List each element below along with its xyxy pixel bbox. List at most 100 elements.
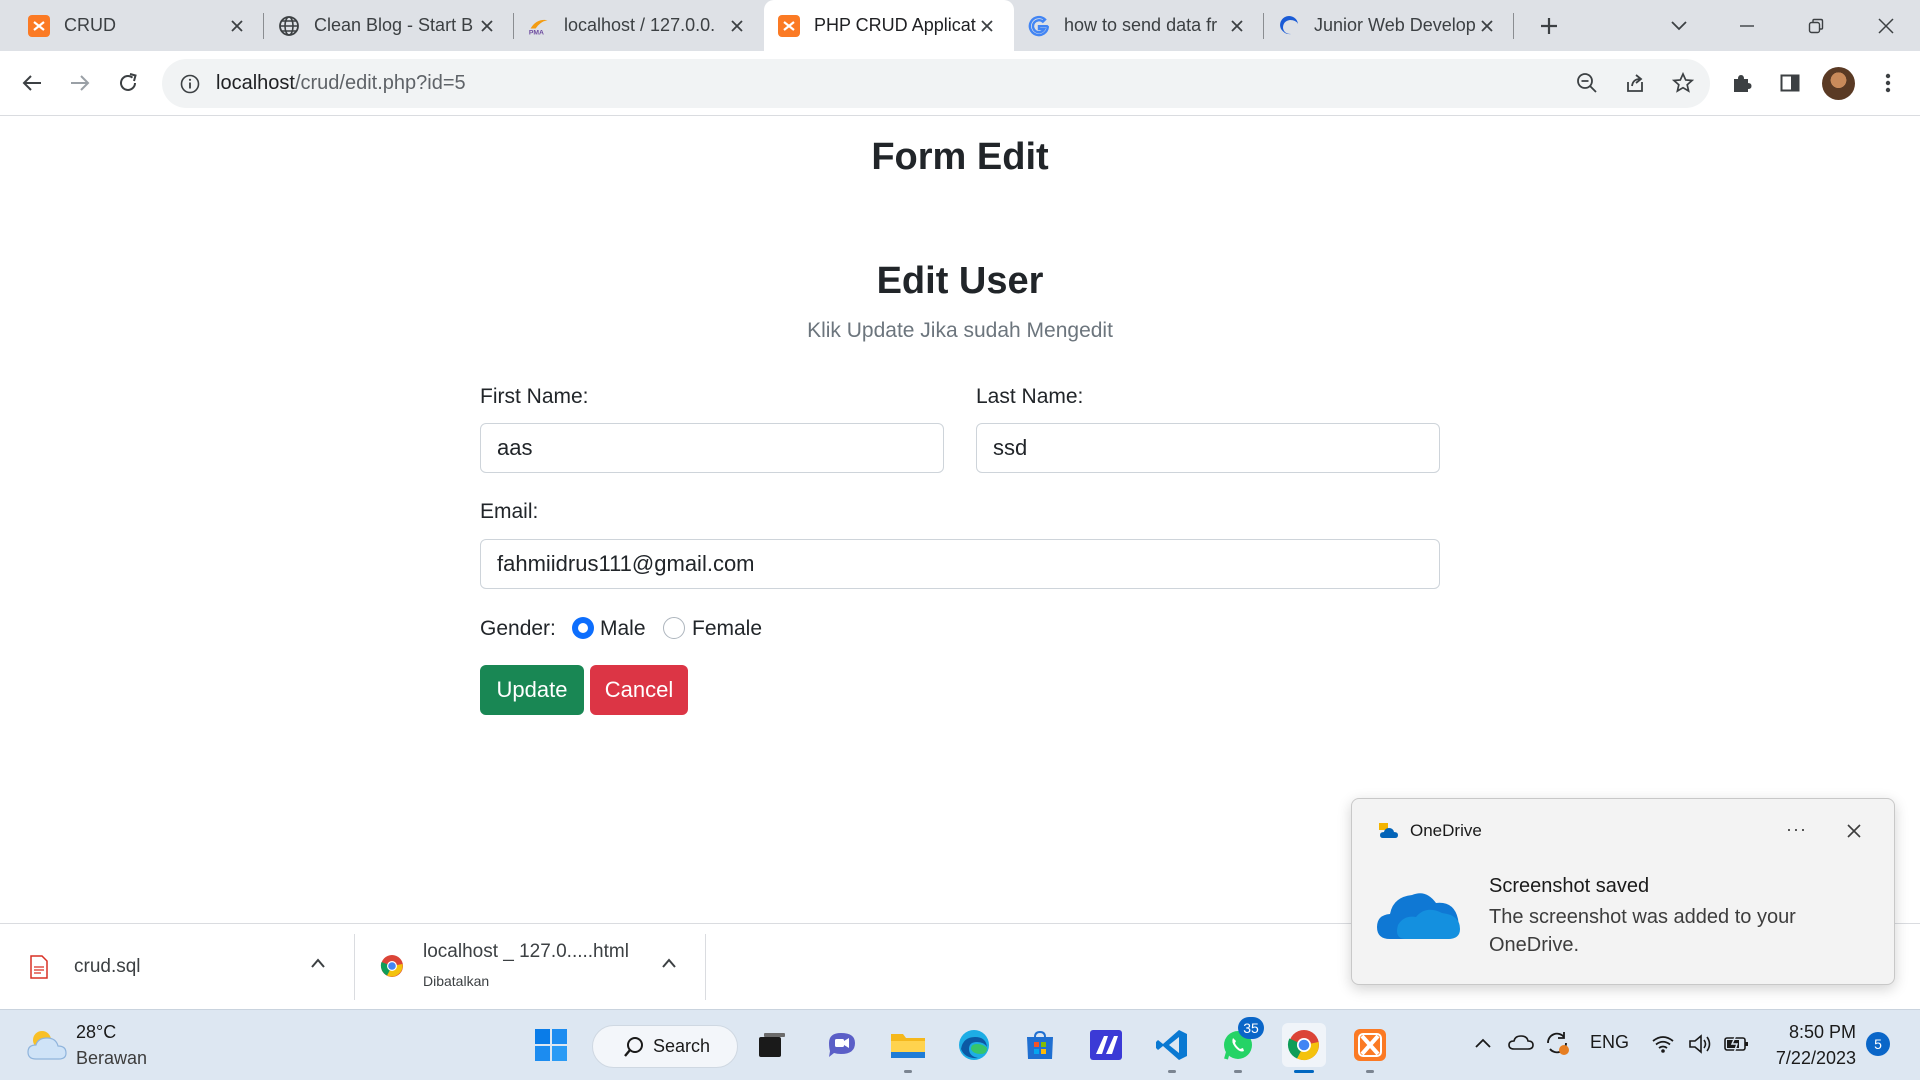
volume-icon[interactable]: [1688, 1033, 1714, 1060]
teams-chat-icon[interactable]: [820, 1023, 864, 1067]
email-label: Email:: [480, 500, 539, 523]
chrome-taskbar-icon[interactable]: [1282, 1023, 1326, 1073]
battery-charging-icon[interactable]: [1724, 1034, 1750, 1059]
start-windows-icon[interactable]: [529, 1023, 573, 1067]
download-filename: crud.sql: [74, 956, 141, 977]
clock-date[interactable]: 7/22/2023: [1766, 1048, 1856, 1069]
page-title: Form Edit: [871, 136, 1049, 178]
tab-junior-web-developer[interactable]: Junior Web Develop: [1264, 0, 1514, 51]
onedrive-small-icon: [1378, 821, 1400, 846]
sql-file-icon: [30, 955, 48, 984]
close-window-icon[interactable]: [1872, 12, 1900, 40]
gender-female-label[interactable]: Female: [692, 617, 762, 641]
whatsapp-unread-badge: 35: [1238, 1017, 1264, 1039]
whatsapp-icon[interactable]: 35: [1216, 1017, 1264, 1073]
gender-male-label[interactable]: Male: [600, 617, 646, 641]
chrome-icon: [380, 954, 404, 983]
forward-arrow-icon[interactable]: [64, 67, 96, 99]
file-explorer-icon[interactable]: [886, 1023, 930, 1073]
gender-male-radio[interactable]: [572, 617, 594, 639]
chevron-up-icon[interactable]: [310, 956, 326, 974]
language-indicator[interactable]: ENG: [1590, 1032, 1629, 1053]
url-text: localhost/crud/edit.php?id=5: [216, 72, 466, 95]
tab-title: Clean Blog - Start B: [314, 15, 474, 35]
globe-icon: [278, 15, 300, 37]
close-tab-icon[interactable]: [1226, 15, 1248, 37]
vmware-like-app-icon[interactable]: [1084, 1023, 1128, 1067]
tab-phpmyadmin[interactable]: PMA localhost / 127.0.0.: [514, 0, 764, 51]
tab-search-chevron-icon[interactable]: [1665, 12, 1693, 40]
extensions-puzzle-icon[interactable]: [1726, 67, 1758, 99]
email-input[interactable]: [480, 539, 1440, 589]
close-tab-icon[interactable]: [1476, 15, 1498, 37]
xampp-icon: [778, 14, 800, 37]
last-name-label: Last Name:: [976, 385, 1084, 408]
weather-description: Berawan: [76, 1048, 148, 1068]
gender-label: Gender:: [480, 617, 556, 640]
url-path: /crud/edit.php?id=5: [294, 72, 466, 94]
menu-kebab-icon[interactable]: [1872, 67, 1904, 99]
tab-title: Junior Web Develop: [1314, 15, 1476, 35]
download-item-localhost-html[interactable]: localhost _ 127.0.....html Dibatalkan: [355, 924, 705, 1010]
taskbar-search-button[interactable]: Search: [592, 1025, 738, 1068]
tab-crud[interactable]: CRUD: [14, 0, 264, 51]
xampp-taskbar-icon[interactable]: [1348, 1023, 1392, 1073]
microsoft-store-icon[interactable]: [1018, 1023, 1062, 1067]
svg-text:PMA: PMA: [529, 29, 544, 36]
vscode-icon[interactable]: [1150, 1023, 1194, 1073]
first-name-input[interactable]: [480, 423, 944, 473]
clock-time[interactable]: 8:50 PM: [1766, 1022, 1856, 1043]
sync-tray-icon[interactable]: [1544, 1030, 1570, 1061]
reload-icon[interactable]: [112, 67, 144, 99]
back-arrow-icon[interactable]: [16, 67, 48, 99]
wifi-icon[interactable]: [1651, 1034, 1675, 1059]
more-options-icon[interactable]: ···: [1786, 819, 1807, 840]
first-name-label: First Name:: [480, 385, 589, 408]
onedrive-tray-icon[interactable]: [1508, 1032, 1534, 1057]
close-notification-icon[interactable]: [1846, 823, 1862, 844]
task-view-icon[interactable]: [750, 1023, 794, 1067]
card-title: Edit User: [876, 260, 1044, 302]
weather-cloudy-icon[interactable]: [26, 1026, 68, 1067]
share-icon[interactable]: [1619, 67, 1651, 99]
tab-title: localhost / 127.0.0.: [564, 15, 716, 35]
address-bar[interactable]: localhost/crud/edit.php?id=5: [162, 59, 1710, 108]
site-info-icon[interactable]: [178, 72, 202, 96]
show-hidden-icons-chevron-icon[interactable]: [1474, 1036, 1492, 1054]
tab-clean-blog[interactable]: Clean Blog - Start B: [264, 0, 514, 51]
close-tab-icon[interactable]: [726, 15, 748, 37]
chevron-up-icon[interactable]: [661, 956, 677, 974]
minimize-icon[interactable]: [1733, 12, 1761, 40]
zoom-out-icon[interactable]: [1571, 67, 1603, 99]
close-tab-icon[interactable]: [226, 15, 248, 37]
close-tab-icon[interactable]: [476, 15, 498, 37]
bookmark-star-icon[interactable]: [1667, 67, 1699, 99]
profile-avatar[interactable]: [1822, 67, 1855, 100]
notification-app-name: OneDrive: [1410, 821, 1482, 840]
browser-tab-strip: CRUD Clean Blog - Start B PMA localhost …: [0, 0, 1920, 51]
update-button[interactable]: Update: [480, 665, 584, 715]
new-tab-button[interactable]: [1535, 12, 1563, 40]
tab-google-search[interactable]: how to send data fr: [1014, 0, 1264, 51]
google-icon: [1028, 15, 1050, 37]
last-name-input[interactable]: [976, 423, 1440, 473]
download-item-crud-sql[interactable]: crud.sql: [0, 924, 354, 1010]
xampp-icon: [28, 14, 50, 37]
onedrive-cloud-icon: [1376, 885, 1462, 946]
side-panel-icon[interactable]: [1774, 67, 1806, 99]
edge-browser-icon[interactable]: [952, 1023, 996, 1067]
tab-title: CRUD: [64, 15, 116, 35]
tab-title: how to send data fr: [1064, 15, 1218, 35]
close-tab-icon[interactable]: [976, 15, 998, 37]
tab-php-crud-active[interactable]: PHP CRUD Applicat: [764, 0, 1014, 51]
notification-heading: Screenshot saved: [1489, 875, 1650, 897]
gender-female-radio[interactable]: [663, 617, 685, 639]
notification-count-badge[interactable]: 5: [1866, 1032, 1890, 1056]
browser-toolbar: localhost/crud/edit.php?id=5: [0, 51, 1920, 116]
onedrive-notification[interactable]: OneDrive ··· Screenshot saved The screen…: [1351, 798, 1895, 985]
phpmyadmin-icon: PMA: [528, 15, 550, 37]
cancel-button[interactable]: Cancel: [590, 665, 688, 715]
restore-icon[interactable]: [1802, 12, 1830, 40]
edge-like-icon: [1278, 15, 1300, 37]
download-status: Dibatalkan: [423, 973, 490, 989]
